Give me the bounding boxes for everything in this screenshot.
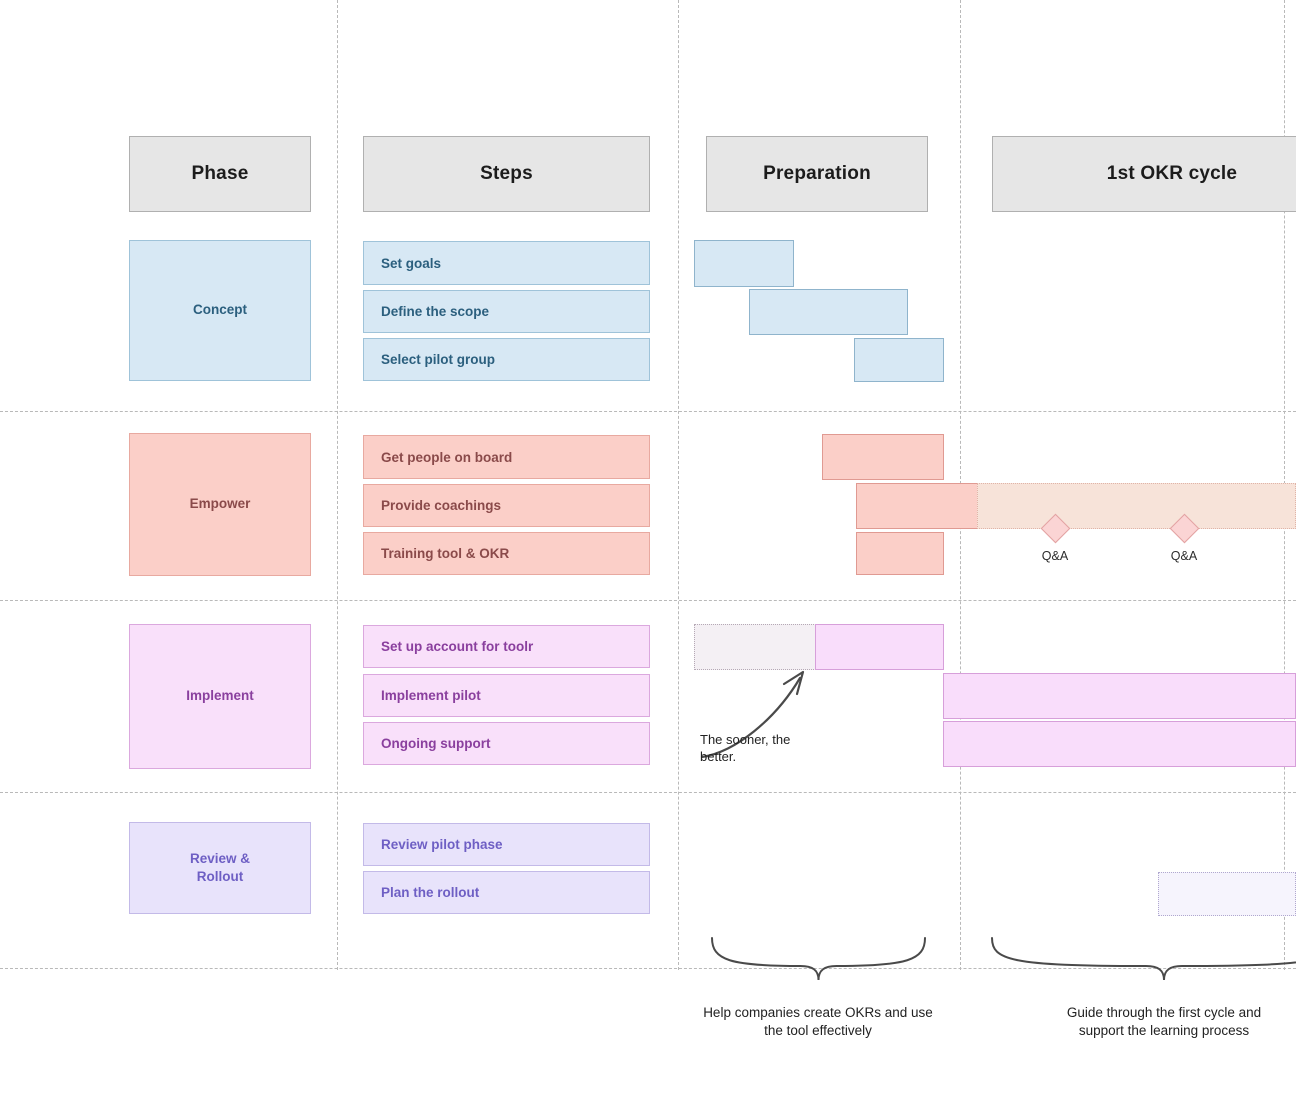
timeline-bar-review-0[interactable] <box>1158 872 1296 916</box>
column-header-okr1: 1st OKR cycle <box>992 136 1296 212</box>
step-card-empower-1[interactable]: Provide coachings <box>363 484 650 527</box>
step-card-implement-0[interactable]: Set up account for toolr <box>363 625 650 668</box>
timeline-bar-concept-0[interactable] <box>694 240 794 287</box>
timeline-bar-empower-0[interactable] <box>822 434 944 480</box>
milestone-label-empower-0: Q&A <box>1041 549 1069 563</box>
column-divider-0 <box>337 0 338 970</box>
step-card-implement-2[interactable]: Ongoing support <box>363 722 650 765</box>
timeline-bar-implement-0[interactable] <box>694 624 816 670</box>
brace-group <box>711 937 1296 981</box>
timeline-bar-implement-1[interactable] <box>815 624 944 670</box>
curly-brace-1 <box>991 937 1296 981</box>
column-header-phase: Phase <box>129 136 311 212</box>
timeline-bar-empower-2[interactable] <box>977 483 1296 529</box>
step-card-empower-0[interactable]: Get people on board <box>363 435 650 479</box>
column-divider-1 <box>678 0 679 970</box>
step-card-empower-2[interactable]: Training tool & OKR <box>363 532 650 575</box>
roadmap-diagram: Phase Steps Preparation 1st OKR cycle Conce… <box>0 0 1296 1094</box>
row-divider-1 <box>0 600 1296 601</box>
timeline-bar-concept-2[interactable] <box>854 338 944 382</box>
column-header-prep: Preparation <box>706 136 928 212</box>
row-divider-0 <box>0 411 1296 412</box>
phase-box-concept[interactable]: Concept <box>129 240 311 381</box>
phase-box-empower[interactable]: Empower <box>129 433 311 576</box>
curly-brace-0 <box>711 937 926 981</box>
step-card-review-1[interactable]: Plan the rollout <box>363 871 650 914</box>
step-card-concept-1[interactable]: Define the scope <box>363 290 650 333</box>
step-card-concept-0[interactable]: Set goals <box>363 241 650 285</box>
milestone-label-empower-1: Q&A <box>1170 549 1198 563</box>
timeline-bar-implement-3[interactable] <box>943 721 1296 767</box>
timeline-bar-concept-1[interactable] <box>749 289 908 335</box>
phase-box-implement[interactable]: Implement <box>129 624 311 769</box>
step-card-implement-1[interactable]: Implement pilot <box>363 674 650 717</box>
caption-text-0: Help companies create OKRs and use the t… <box>703 1005 933 1039</box>
arrow-note-text: The sooner, the better. <box>700 732 791 765</box>
phase-box-review[interactable]: Review & Rollout <box>129 822 311 914</box>
timeline-bar-empower-1[interactable] <box>856 483 978 529</box>
row-divider-3 <box>0 968 1296 969</box>
step-card-concept-2[interactable]: Select pilot group <box>363 338 650 381</box>
row-divider-2 <box>0 792 1296 793</box>
column-header-steps: Steps <box>363 136 650 212</box>
step-card-review-0[interactable]: Review pilot phase <box>363 823 650 866</box>
timeline-bar-implement-2[interactable] <box>943 673 1296 719</box>
caption-text-1: Guide through the first cycle and suppor… <box>1066 1005 1262 1039</box>
timeline-bar-empower-3[interactable] <box>856 532 944 575</box>
